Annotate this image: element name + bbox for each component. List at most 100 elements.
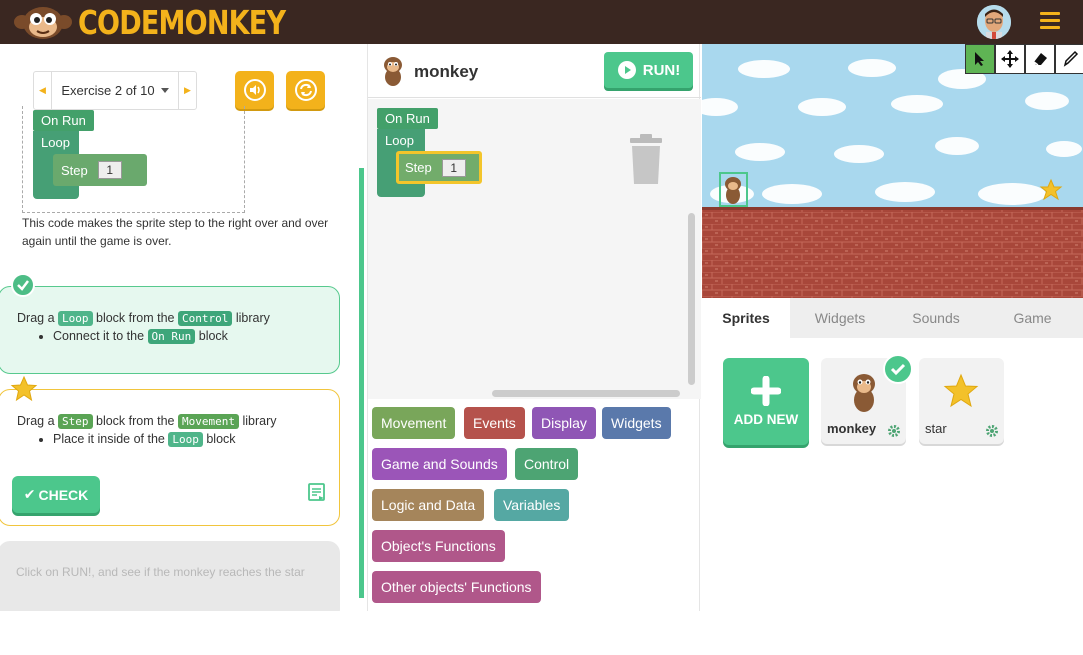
- step-label: Step: [405, 160, 432, 175]
- exercise-dropdown[interactable]: Exercise 2 of 10: [52, 83, 178, 98]
- star-icon: [10, 375, 38, 402]
- sprite-name-monkey: monkey: [827, 421, 877, 436]
- tab-sprites[interactable]: Sprites: [702, 298, 790, 338]
- run-label: RUN!: [642, 61, 681, 79]
- task-2-text-mid: block from the: [96, 414, 175, 428]
- eraser-icon: [1033, 53, 1047, 66]
- tab-game[interactable]: Game: [982, 298, 1083, 338]
- code-workspace[interactable]: On Run Loop Step 1: [368, 99, 701, 399]
- task-1-block-chip: Loop: [58, 311, 93, 326]
- check-button[interactable]: ✔ CHECK: [12, 476, 100, 513]
- monkey-logo-icon: [14, 7, 72, 39]
- category-events[interactable]: Events: [464, 407, 525, 439]
- category-movement[interactable]: Movement: [372, 407, 456, 439]
- example-on-run-block: On Run: [33, 110, 94, 131]
- monkey-sprite-icon: [384, 57, 402, 86]
- task-2-library-chip: Movement: [178, 414, 239, 429]
- move-arrows-icon: [1001, 50, 1019, 68]
- category-other-objects-functions[interactable]: Other objects' Functions: [372, 571, 541, 603]
- tab-widgets[interactable]: Widgets: [790, 298, 890, 338]
- avatar-icon: [977, 5, 1011, 39]
- gear-icon[interactable]: [887, 424, 901, 438]
- category-game-and-sounds[interactable]: Game and Sounds: [372, 448, 507, 480]
- pointer-tool[interactable]: [965, 44, 995, 74]
- example-code-area: On Run Loop Step 1: [22, 106, 245, 213]
- eraser-tool[interactable]: [1025, 44, 1055, 74]
- trash-icon[interactable]: [628, 134, 664, 186]
- step-value[interactable]: 1: [441, 158, 466, 177]
- code-description: This code makes the sprite step to the r…: [22, 216, 329, 248]
- run-button[interactable]: RUN!: [604, 52, 693, 88]
- game-stage[interactable]: [702, 44, 1083, 298]
- example-loop-label: Loop: [41, 135, 70, 150]
- step-block[interactable]: Step 1: [396, 151, 482, 184]
- task-2-text-suffix: library: [242, 414, 277, 428]
- task-1-library-chip: Control: [178, 311, 233, 326]
- task-2-text: Drag a: [17, 414, 55, 428]
- sprite-card-star[interactable]: star: [919, 358, 1004, 444]
- task-1-sub-text: Connect it to the: [53, 329, 145, 343]
- example-step-label: Step: [61, 162, 88, 178]
- task-2-sub-text: Place it inside of the: [53, 432, 165, 446]
- task-complete-check-icon: [11, 273, 35, 297]
- workspace-horizontal-scrollbar[interactable]: [492, 390, 680, 397]
- task-2-subtask: Place it inside of the Loop block: [53, 430, 323, 448]
- selected-sprite-name: monkey: [414, 62, 479, 81]
- speaker-icon: [243, 79, 266, 101]
- hamburger-menu-icon[interactable]: [1040, 12, 1060, 32]
- top-bar: CODEMONKEY: [0, 0, 1083, 44]
- instructions-panel: ◀ Exercise 2 of 10 ▶ On Run Loop Step 1: [0, 44, 365, 611]
- category-objects-functions[interactable]: Object's Functions: [372, 530, 505, 562]
- exercise-selector[interactable]: ◀ Exercise 2 of 10 ▶: [33, 71, 197, 110]
- task-2-sub-chip: Loop: [168, 432, 203, 447]
- task-1-sub-chip: On Run: [147, 329, 196, 344]
- selected-check-icon: [883, 354, 913, 384]
- prev-exercise-icon[interactable]: ◀: [34, 72, 52, 109]
- category-widgets[interactable]: Widgets: [602, 407, 671, 439]
- add-new-sprite-button[interactable]: ADD NEW: [723, 358, 809, 445]
- category-control[interactable]: Control: [515, 448, 579, 480]
- chevron-down-icon: [160, 88, 169, 93]
- pen-tool[interactable]: [1055, 44, 1083, 74]
- on-run-block[interactable]: On Run: [377, 108, 438, 129]
- category-variables[interactable]: Variables: [494, 489, 570, 521]
- notes-icon[interactable]: [307, 482, 327, 502]
- user-avatar[interactable]: [977, 5, 1011, 39]
- loop-label: Loop: [385, 133, 414, 148]
- category-display[interactable]: Display: [532, 407, 596, 439]
- task-1-subtask: Connect it to the On Run block: [53, 327, 323, 345]
- category-logic-and-data[interactable]: Logic and Data: [372, 489, 485, 521]
- task-2-sub-suffix: block: [206, 432, 236, 446]
- task-1-sub-suffix: block: [198, 329, 228, 343]
- code-editor-panel: monkey RUN! On Run Loop Step 1 Movement …: [367, 44, 701, 611]
- example-step-value: 1: [97, 161, 122, 179]
- star-sprite-icon: [943, 373, 979, 408]
- task-1: Drag a Loop block from the Control libra…: [0, 286, 340, 374]
- assets-tabs: Sprites Widgets Sounds Game: [702, 298, 1083, 338]
- task-1-text-suffix: library: [235, 311, 270, 325]
- move-tool[interactable]: [995, 44, 1025, 74]
- brand-name: CODEMONKEY: [78, 2, 286, 42]
- editor-header: monkey RUN!: [368, 44, 701, 98]
- task-1-text: Drag a: [17, 311, 55, 325]
- checkmark-icon: ✔: [23, 486, 36, 502]
- tab-sounds[interactable]: Sounds: [890, 298, 982, 338]
- cursor-arrow-icon: [975, 52, 984, 66]
- next-exercise-icon[interactable]: ▶: [178, 72, 196, 109]
- add-new-label: ADD NEW: [733, 412, 799, 427]
- gear-icon[interactable]: [985, 424, 999, 438]
- sound-button[interactable]: [235, 71, 274, 109]
- hint-box: Click on RUN!, and see if the monkey rea…: [0, 541, 340, 611]
- codemonkey-logo[interactable]: CODEMONKEY: [12, 2, 331, 42]
- check-button-label: CHECK: [38, 486, 89, 503]
- workspace-vertical-scrollbar[interactable]: [688, 213, 695, 385]
- example-step-block: Step 1: [53, 154, 147, 186]
- monkey-sprite-icon: [853, 374, 875, 412]
- sprite-name-star: star: [925, 421, 947, 436]
- play-icon: [617, 61, 636, 79]
- game-scene: [702, 44, 1083, 298]
- exercise-label: Exercise 2 of 10: [61, 83, 155, 98]
- refresh-icon: [294, 79, 317, 101]
- stage-toolbar: [965, 44, 1083, 74]
- reset-button[interactable]: [286, 71, 325, 109]
